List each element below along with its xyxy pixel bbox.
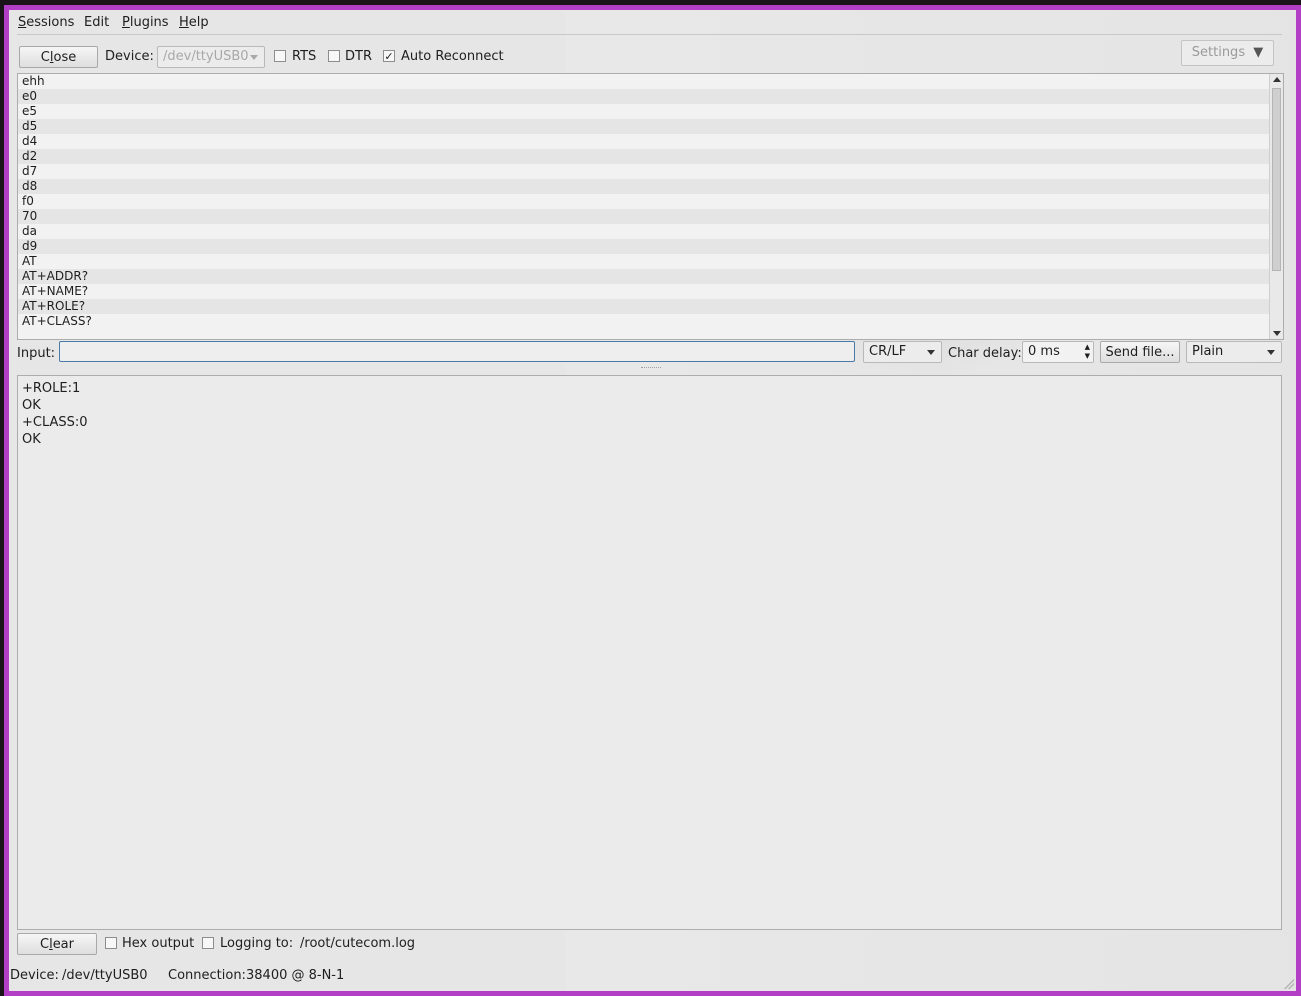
history-item[interactable]: ehh: [18, 74, 1283, 89]
auto-reconnect-label: Auto Reconnect: [401, 49, 504, 64]
history-item[interactable]: AT+ADDR?: [18, 269, 1283, 284]
history-rows: ehh e0 e5 d5 d4 d2 d7 d8 f0 70 da d9 AT AT+ADDR? AT+NA…: [18, 74, 1283, 329]
status-device-label: Device:: [10, 968, 59, 983]
output-lines: +ROLE:1 OK +CLASS:0 OK: [22, 380, 1277, 448]
serial-output[interactable]: +ROLE:1 OK +CLASS:0 OK: [17, 375, 1282, 930]
history-item[interactable]: d7: [18, 164, 1283, 179]
output-line: +CLASS:0: [22, 415, 88, 430]
rts-label: RTS: [292, 49, 317, 64]
history-item[interactable]: 70: [18, 209, 1283, 224]
menu-plugins[interactable]: Plugins: [122, 15, 169, 30]
history-item[interactable]: f0: [18, 194, 1283, 209]
history-item[interactable]: d4: [18, 134, 1283, 149]
output-line: +ROLE:1: [22, 381, 81, 396]
menu-edit[interactable]: Edit: [84, 15, 109, 30]
log-path: /root/cutecom.log: [300, 936, 416, 951]
format-combo[interactable]: Plain: [1186, 341, 1282, 363]
device-combo[interactable]: /dev/ttyUSB0: [157, 46, 265, 68]
char-delay-spinbox[interactable]: 0 ms ▲ ▼: [1022, 341, 1094, 363]
cutecom-window: Sessions Edit Plugins Help Close Device:…: [4, 5, 1301, 996]
command-history-list[interactable]: ehh e0 e5 d5 d4 d2 d7 d8 f0 70 da d9 AT AT+ADDR? AT+NA…: [17, 73, 1284, 340]
history-item[interactable]: d2: [18, 149, 1283, 164]
spin-down-icon[interactable]: ▼: [1085, 352, 1090, 360]
logging-label: Logging to:: [220, 936, 294, 951]
menu-bar: Sessions Edit Plugins Help: [9, 10, 1296, 32]
send-file-button[interactable]: Send file...: [1100, 341, 1180, 363]
char-delay-label: Char delay:: [948, 346, 1022, 361]
scrollbar-thumb[interactable]: [1272, 88, 1281, 271]
chevron-down-icon: [250, 55, 258, 60]
input-label: Input:: [17, 346, 56, 361]
command-input[interactable]: [59, 341, 855, 362]
line-end-combo[interactable]: CR/LF: [863, 341, 942, 363]
menu-sessions[interactable]: Sessions: [18, 15, 74, 30]
history-item[interactable]: AT+ROLE?: [18, 299, 1283, 314]
dtr-checkbox[interactable]: [328, 50, 340, 62]
menu-help[interactable]: Help: [179, 15, 209, 30]
history-item[interactable]: e5: [18, 104, 1283, 119]
char-delay-value: 0 ms: [1028, 344, 1060, 359]
close-button[interactable]: Close: [19, 46, 98, 68]
resize-grip-icon[interactable]: [1284, 979, 1294, 989]
settings-button[interactable]: Settings ▼: [1181, 40, 1274, 66]
connection-toolbar: Close Device: /dev/ttyUSB0 RTS DTR ✓ Aut…: [17, 34, 1282, 75]
history-item[interactable]: AT+NAME?: [18, 284, 1283, 299]
status-connection-value: 38400 @ 8-N-1: [246, 968, 345, 983]
output-line: OK: [22, 432, 41, 447]
history-item[interactable]: e0: [18, 89, 1283, 104]
output-line: OK: [22, 398, 41, 413]
status-device-value: /dev/ttyUSB0: [62, 968, 148, 983]
history-scrollbar[interactable]: [1269, 74, 1283, 339]
splitter-handle[interactable]: [641, 367, 661, 371]
scroll-up-icon[interactable]: [1273, 77, 1281, 82]
dropdown-arrow-icon: ▼: [1253, 45, 1264, 60]
clear-button[interactable]: Clear: [17, 933, 97, 955]
history-item[interactable]: AT+CLASS?: [18, 314, 1283, 329]
line-end-value: CR/LF: [869, 344, 907, 359]
auto-reconnect-checkbox[interactable]: ✓: [383, 50, 395, 62]
status-connection-label: Connection:: [168, 968, 246, 983]
chevron-down-icon: [927, 350, 935, 355]
spin-up-icon[interactable]: ▲: [1085, 343, 1090, 351]
device-label: Device:: [105, 49, 154, 64]
history-item[interactable]: d9: [18, 239, 1283, 254]
logging-checkbox[interactable]: [202, 937, 214, 949]
hex-output-checkbox[interactable]: [105, 937, 117, 949]
history-item[interactable]: d5: [18, 119, 1283, 134]
history-item[interactable]: da: [18, 224, 1283, 239]
status-bar: Device: /dev/ttyUSB0 Connection: 38400 @…: [9, 968, 1296, 986]
dtr-label: DTR: [345, 49, 372, 64]
rts-checkbox[interactable]: [274, 50, 286, 62]
chevron-down-icon: [1267, 350, 1275, 355]
format-value: Plain: [1192, 344, 1224, 359]
scroll-down-icon[interactable]: [1273, 331, 1281, 336]
history-item[interactable]: d8: [18, 179, 1283, 194]
hex-output-label: Hex output: [122, 936, 195, 951]
device-combo-value: /dev/ttyUSB0: [163, 49, 249, 64]
settings-label: Settings: [1191, 45, 1246, 60]
history-item[interactable]: AT: [18, 254, 1283, 269]
